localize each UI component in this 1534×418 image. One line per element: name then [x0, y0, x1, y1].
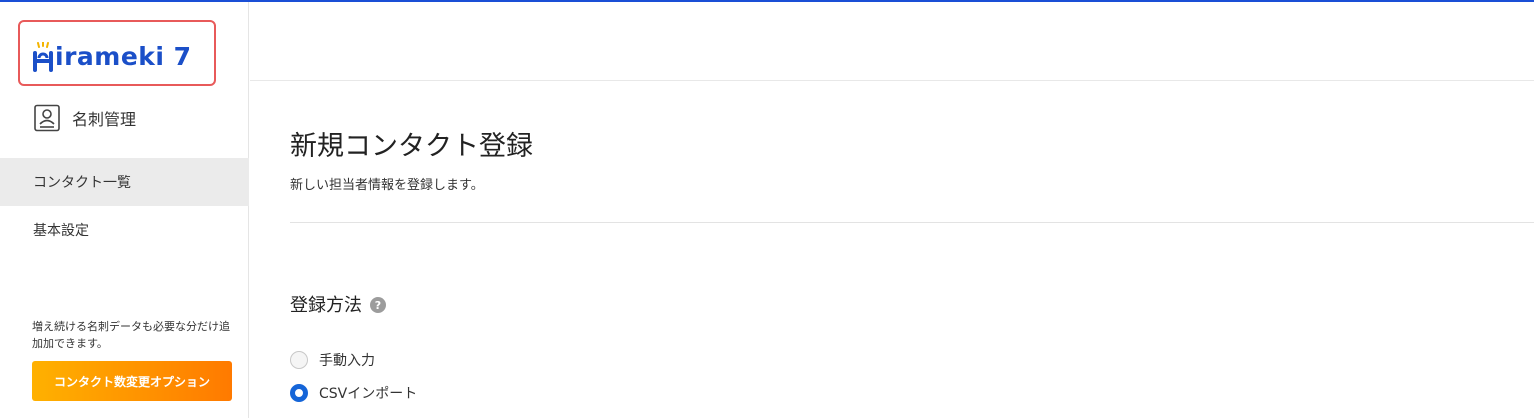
promo-text: 増え続ける名刺データも必要な分だけ追加加できます。 [32, 320, 230, 350]
radio-csv-import[interactable]: CSVインポート [290, 383, 417, 403]
divider [290, 222, 1534, 223]
contact-count-option-button[interactable]: コンタクト数変更オプション [32, 361, 232, 401]
help-icon[interactable]: ? [370, 297, 386, 313]
registration-method-heading: 登録方法 ? [290, 291, 386, 317]
sidebar-item-contact-list[interactable]: コンタクト一覧 [0, 158, 249, 206]
radio-manual-input[interactable]: 手動入力 [290, 350, 375, 370]
sidebar-item-label: 基本設定 [33, 223, 89, 239]
page-title: 新規コンタクト登録 [290, 131, 533, 162]
sidebar-item-label: コンタクト一覧 [33, 175, 131, 191]
page-subtitle: 新しい担当者情報を登録します。 [290, 178, 484, 193]
radio-label: 手動入力 [319, 353, 375, 369]
radio-label: CSVインポート [319, 386, 418, 402]
sidebar: irameki 7 名刺管理 コンタクト一覧 基本設定 増え続ける名刺データも必… [0, 2, 249, 418]
main-header [250, 2, 1534, 81]
business-card-icon [34, 104, 60, 132]
logo-link[interactable]: irameki 7 [18, 20, 216, 86]
logo-text: irameki 7 [55, 42, 192, 71]
logo-mark-icon [33, 42, 53, 72]
sidebar-item-basic-settings[interactable]: 基本設定 [0, 206, 249, 254]
section-label: 登録方法 [290, 295, 362, 316]
hirameki-logo: irameki 7 [32, 36, 192, 72]
brand-row: 名刺管理 [33, 104, 136, 132]
radio-button-unchecked[interactable] [290, 351, 308, 369]
radio-button-checked[interactable] [290, 384, 308, 402]
brand-label: 名刺管理 [72, 110, 137, 129]
